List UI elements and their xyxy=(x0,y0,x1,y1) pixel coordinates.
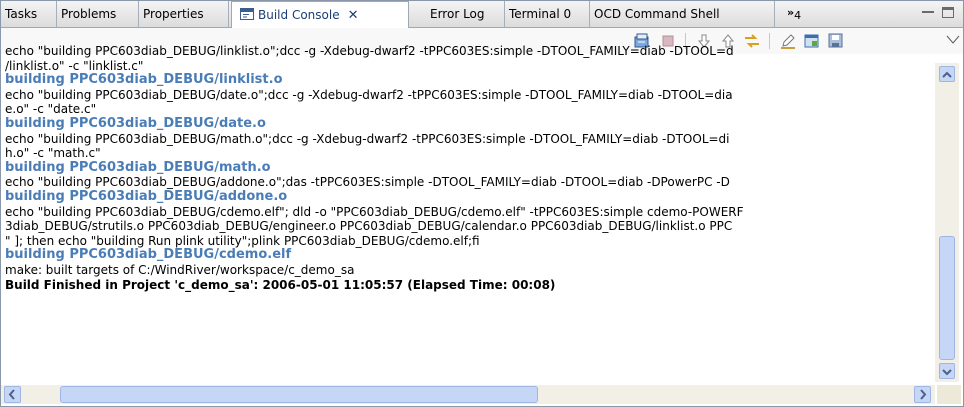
scroll-up-button[interactable] xyxy=(939,66,955,82)
tab-label: Terminal 0 xyxy=(509,7,572,21)
console-line: /linklist.o" -c "linklist.c" xyxy=(5,58,144,73)
minimize-icon[interactable] xyxy=(922,7,934,13)
tab-ocd-command-shell[interactable]: OCD Command Shell xyxy=(590,1,775,27)
build-status-line: building PPC603diab_DEBUG/linklist.o xyxy=(5,73,283,88)
console-line: echo "building PPC603diab_DEBUG/linklist… xyxy=(5,44,734,58)
tab-label: OCD Command Shell xyxy=(594,7,720,21)
vertical-scroll-thumb[interactable] xyxy=(939,236,955,360)
tab-problems[interactable]: Problems xyxy=(57,1,139,27)
console-line: e.o" -c "date.c" xyxy=(5,102,97,117)
console-line: " ]; then echo "building Run plink utili… xyxy=(5,233,480,248)
tab-tasks[interactable]: Tasks xyxy=(1,1,57,27)
close-tab-icon[interactable]: ✕ xyxy=(348,8,359,23)
vertical-scrollbar[interactable] xyxy=(935,63,959,382)
console-line: echo "building PPC603diab_DEBUG/math.o";… xyxy=(5,131,730,146)
tab-label: Tasks xyxy=(5,7,38,21)
scroll-down-button[interactable] xyxy=(939,363,955,379)
console-line: echo "building PPC603diab_DEBUG/cdemo.el… xyxy=(5,204,744,219)
view-menu-icon[interactable] xyxy=(946,30,963,48)
console-line: 3diab_DEBUG/strutils.o PPC603diab_DEBUG/… xyxy=(5,219,733,234)
tab-label: Problems xyxy=(61,7,117,21)
maximize-icon[interactable] xyxy=(942,7,954,18)
hidden-tab-count: 4 xyxy=(794,9,802,22)
console-line: echo "building PPC603diab_DEBUG/addone.o… xyxy=(5,175,730,190)
console-line: echo "building PPC603diab_DEBUG/date.o";… xyxy=(5,87,733,102)
tab-error-log[interactable]: Error Log xyxy=(423,1,505,27)
tab-properties[interactable]: Properties xyxy=(139,1,229,27)
build-status-line: building PPC603diab_DEBUG/addone.o xyxy=(5,189,288,204)
tab-label: Error Log xyxy=(430,7,485,21)
console-output[interactable]: echo "building PPC603diab_DEBUG/linklist… xyxy=(5,44,932,366)
scroll-left-button[interactable] xyxy=(4,386,21,403)
more-tabs-button[interactable]: »4 xyxy=(787,6,801,22)
build-status-line: building PPC603diab_DEBUG/math.o xyxy=(5,160,271,175)
build-status-line: building PPC603diab_DEBUG/cdemo.elf xyxy=(5,248,292,263)
horizontal-scrollbar[interactable] xyxy=(1,385,935,404)
build-finished-line: Build Finished in Project 'c_demo_sa': 2… xyxy=(5,277,556,292)
scroll-right-button[interactable] xyxy=(914,386,931,403)
scrollbar-corner xyxy=(937,385,961,404)
tab-terminal-0[interactable]: Terminal 0 xyxy=(505,1,590,27)
tab-label: Build Console xyxy=(258,8,340,22)
console-line: h.o" -c "math.c" xyxy=(5,146,101,161)
build-console-view: Tasks Problems Properties Build Console ✕… xyxy=(0,0,964,407)
console-icon xyxy=(240,3,254,20)
build-status-line: building PPC603diab_DEBUG/date.o xyxy=(5,116,266,131)
tab-label: Properties xyxy=(143,7,204,21)
tab-build-console[interactable]: Build Console ✕ xyxy=(231,1,409,28)
horizontal-scroll-thumb[interactable] xyxy=(60,386,538,403)
console-line: make: built targets of C:/WindRiver/work… xyxy=(5,262,355,277)
tab-bar: Tasks Problems Properties Build Console ✕… xyxy=(1,1,963,28)
